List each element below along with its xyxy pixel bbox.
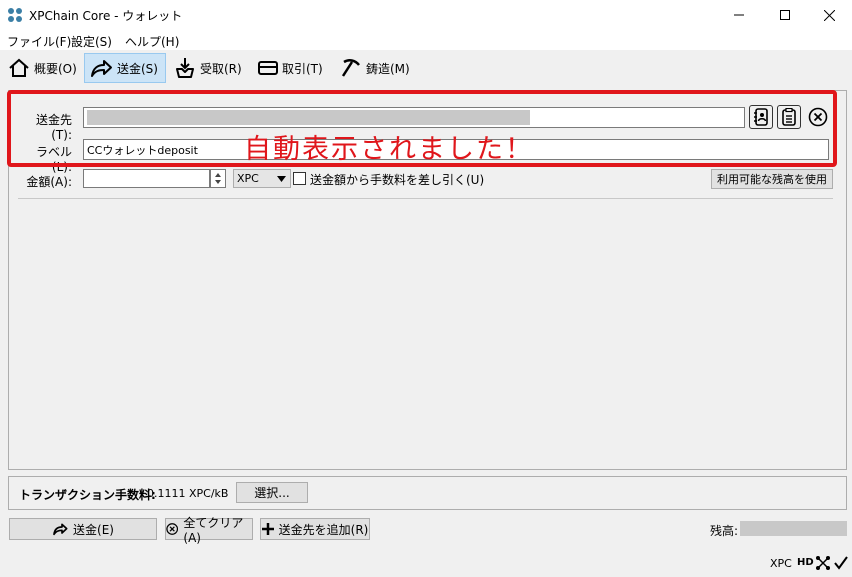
title-bar: XPChain Core - ウォレット bbox=[0, 0, 852, 30]
clear-all-label: 全てクリア(A) bbox=[183, 515, 244, 545]
tab-overview[interactable]: 概要(O) bbox=[4, 53, 81, 83]
card-icon bbox=[258, 61, 278, 75]
use-available-balance-label: 利用可能な残高を使用 bbox=[717, 173, 827, 186]
send-button-label: 送金(E) bbox=[73, 522, 114, 537]
tab-receive-label: 受取(R) bbox=[200, 61, 242, 76]
add-recipient-button[interactable]: 送金先を追加(R) bbox=[260, 518, 370, 540]
subtract-fee-label[interactable]: 送金額から手数料を差し引く(U) bbox=[310, 171, 484, 188]
tab-overview-label: 概要(O) bbox=[34, 61, 77, 76]
paste-button[interactable] bbox=[777, 105, 801, 129]
receive-icon bbox=[176, 58, 194, 78]
balance-label: 残高: bbox=[710, 524, 739, 538]
circle-x-icon bbox=[808, 107, 828, 127]
menu-settings[interactable]: 設定(S) bbox=[71, 33, 112, 50]
amount-spinner[interactable] bbox=[210, 169, 226, 188]
close-window-button[interactable] bbox=[806, 0, 852, 30]
pay-to-label: 送金先(T): bbox=[35, 113, 72, 142]
minimize-icon bbox=[734, 14, 744, 16]
add-recipient-label: 送金先を追加(R) bbox=[278, 522, 369, 537]
subtract-fee-checkbox[interactable] bbox=[293, 172, 306, 185]
clipboard-icon bbox=[782, 108, 796, 126]
tab-send-label: 送金(S) bbox=[117, 61, 158, 76]
minimize-button[interactable] bbox=[716, 0, 762, 30]
circle-x-icon bbox=[166, 523, 179, 535]
tab-transactions-label: 取引(T) bbox=[282, 61, 323, 76]
maximize-icon bbox=[780, 10, 790, 20]
synced-check-icon[interactable] bbox=[834, 556, 848, 570]
network-connections-icon[interactable] bbox=[815, 555, 831, 571]
balance-value-redaction bbox=[740, 521, 847, 536]
hd-wallet-indicator: HD bbox=[797, 557, 814, 568]
send-arrow-icon bbox=[91, 60, 112, 77]
menu-bar: ファイル(F) 設定(S) ヘルプ(H) bbox=[0, 30, 852, 50]
label-field-label: ラベル(L): bbox=[35, 145, 72, 174]
home-icon bbox=[9, 58, 29, 77]
entry-divider bbox=[18, 198, 833, 199]
unit-select[interactable]: XPC bbox=[233, 169, 291, 188]
use-available-balance-button[interactable]: 利用可能な残高を使用 bbox=[711, 169, 833, 189]
tab-mint[interactable]: 鋳造(M) bbox=[336, 53, 414, 83]
chevron-down-icon bbox=[277, 176, 286, 182]
address-book-icon bbox=[754, 108, 768, 126]
fee-label: トランザクション手数料: bbox=[19, 488, 156, 502]
address-book-button[interactable] bbox=[749, 105, 773, 129]
window-title: XPChain Core - ウォレット bbox=[29, 9, 183, 23]
clear-all-button[interactable]: 全てクリア(A) bbox=[165, 516, 253, 545]
amount-label: 金額(A): bbox=[26, 175, 72, 189]
maximize-button[interactable] bbox=[762, 0, 808, 30]
send-arrow-icon bbox=[53, 523, 68, 536]
tab-transactions[interactable]: 取引(T) bbox=[254, 53, 327, 83]
pay-to-address-redaction bbox=[87, 110, 530, 125]
xpchain-app-icon bbox=[8, 8, 22, 22]
send-button[interactable]: 送金(E) bbox=[9, 518, 157, 540]
menu-file[interactable]: ファイル(F) bbox=[7, 33, 71, 50]
status-unit: XPC bbox=[770, 557, 792, 570]
fee-value: 0.1111 XPC/kB bbox=[147, 487, 229, 500]
plus-icon bbox=[261, 523, 274, 535]
main-toolbar: 概要(O) 送金(S) 受取(R) 取引(T) 鋳造(M) bbox=[0, 52, 852, 84]
menu-help[interactable]: ヘルプ(H) bbox=[125, 33, 179, 50]
amount-input[interactable] bbox=[83, 169, 210, 188]
spinner-arrows-icon bbox=[215, 173, 221, 184]
tab-send[interactable]: 送金(S) bbox=[84, 53, 166, 83]
close-icon bbox=[823, 9, 835, 21]
tab-mint-label: 鋳造(M) bbox=[366, 61, 410, 76]
choose-fee-button[interactable]: 選択... bbox=[236, 482, 308, 503]
choose-fee-label: 選択... bbox=[254, 486, 290, 500]
unit-select-value: XPC bbox=[237, 172, 259, 185]
annotation-text: 自動表示されました！ bbox=[244, 134, 534, 165]
remove-recipient-button[interactable] bbox=[806, 105, 830, 129]
pickaxe-icon bbox=[341, 59, 360, 77]
tab-receive[interactable]: 受取(R) bbox=[170, 53, 246, 83]
